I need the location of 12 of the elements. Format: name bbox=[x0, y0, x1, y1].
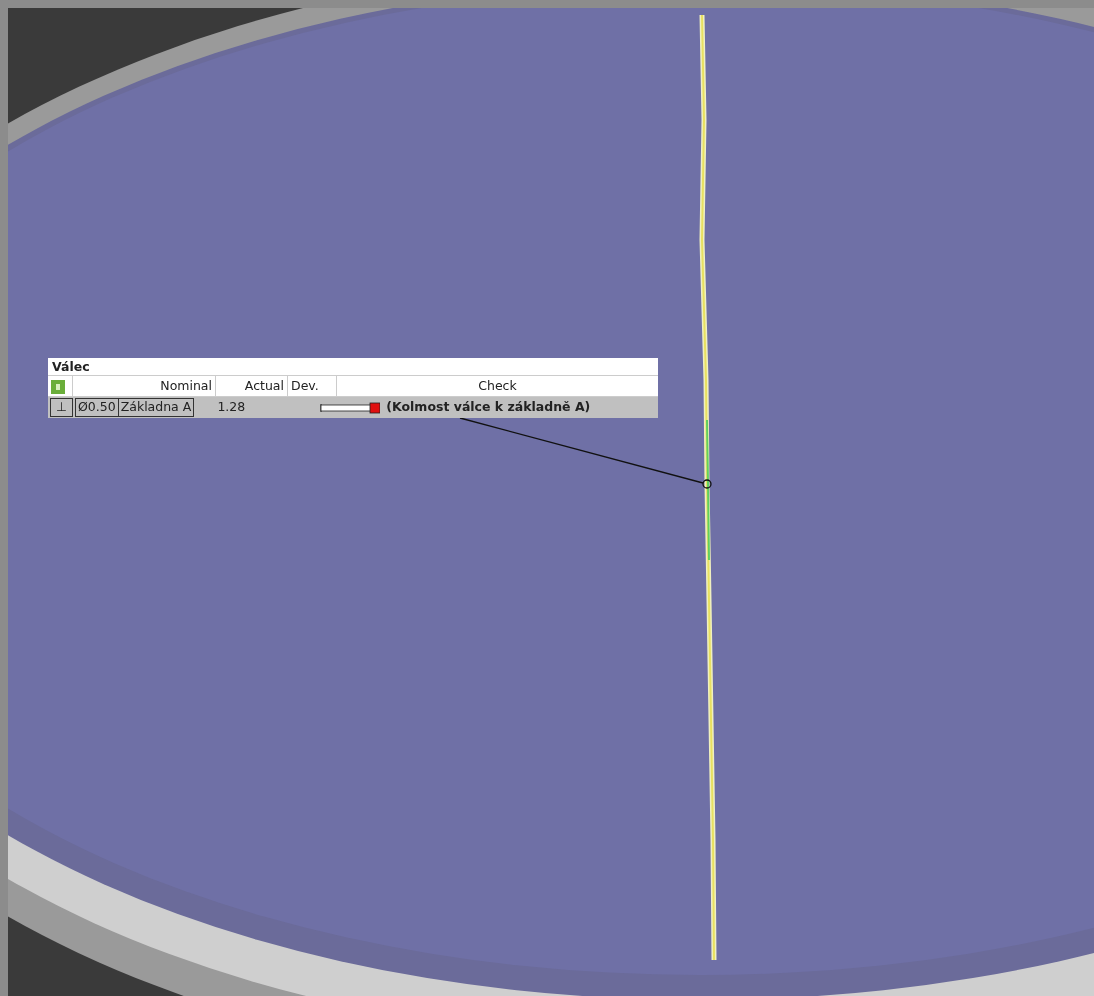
tolerance-symbol: ⊥ bbox=[50, 398, 73, 417]
status-icon bbox=[51, 380, 65, 394]
column-header: Dev. bbox=[291, 378, 319, 393]
tolerance-value: Ø0.50 bbox=[75, 398, 118, 417]
column-header: Check bbox=[478, 378, 517, 393]
deviation-bar-icon bbox=[320, 401, 381, 414]
label-title: Válec bbox=[52, 359, 90, 374]
datum-reference: Základna A bbox=[117, 398, 195, 417]
column-header: Nominal bbox=[160, 378, 212, 393]
column-header: Actual bbox=[244, 378, 284, 393]
check-description: (Kolmost válce k základně A) bbox=[386, 401, 591, 414]
actual-value: 1.28 bbox=[216, 401, 247, 414]
